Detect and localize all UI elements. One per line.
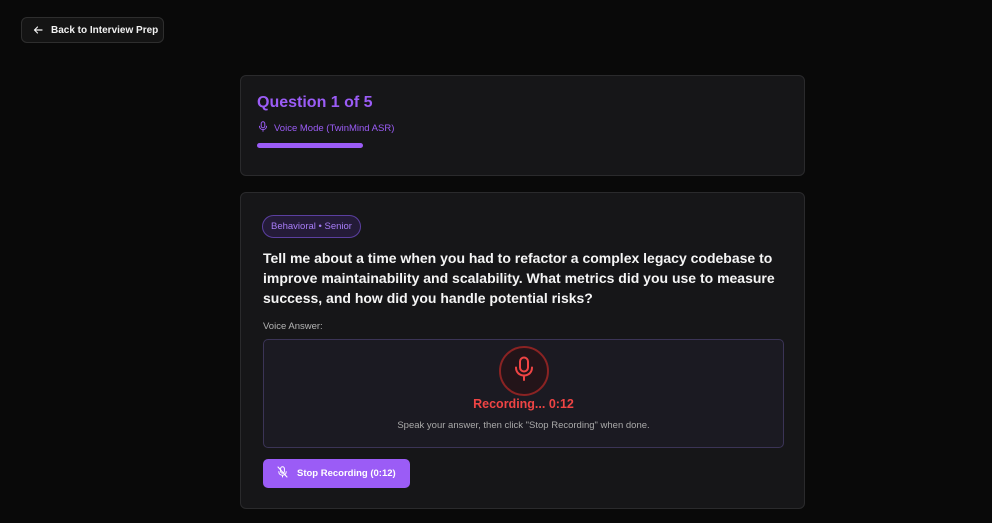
voice-mode-label: Voice Mode (TwinMind ASR) [274, 122, 395, 134]
question-category-badge: Behavioral • Senior [262, 215, 361, 238]
question-progress-bar [257, 143, 787, 148]
stop-recording-label: Stop Recording (0:12) [297, 468, 396, 479]
recording-hint: Speak your answer, then click "Stop Reco… [397, 420, 650, 431]
question-counter-title: Question 1 of 5 [257, 94, 373, 111]
microphone-off-icon [277, 466, 288, 481]
microphone-icon [513, 356, 535, 387]
voice-mode-indicator: Voice Mode (TwinMind ASR) [258, 121, 394, 135]
back-to-interview-prep-button[interactable]: Back to Interview Prep [21, 17, 164, 43]
question-progress-fill [257, 143, 363, 148]
recording-status: Recording... 0:12 [473, 397, 574, 411]
microphone-icon [258, 121, 268, 135]
voice-answer-label: Voice Answer: [263, 321, 323, 332]
stop-recording-button[interactable]: Stop Recording (0:12) [263, 459, 410, 488]
interview-page: Back to Interview Prep Question 1 of 5 V… [0, 0, 992, 523]
back-button-label: Back to Interview Prep [51, 24, 159, 36]
recording-indicator [499, 346, 549, 396]
question-text: Tell me about a time when you had to ref… [263, 250, 775, 306]
arrow-left-icon [33, 25, 43, 35]
question-card: Behavioral • Senior Tell me about a time… [240, 192, 805, 509]
question-progress-card: Question 1 of 5 Voice Mode (TwinMind ASR… [240, 75, 805, 176]
recording-panel: Recording... 0:12 Speak your answer, the… [263, 339, 784, 448]
